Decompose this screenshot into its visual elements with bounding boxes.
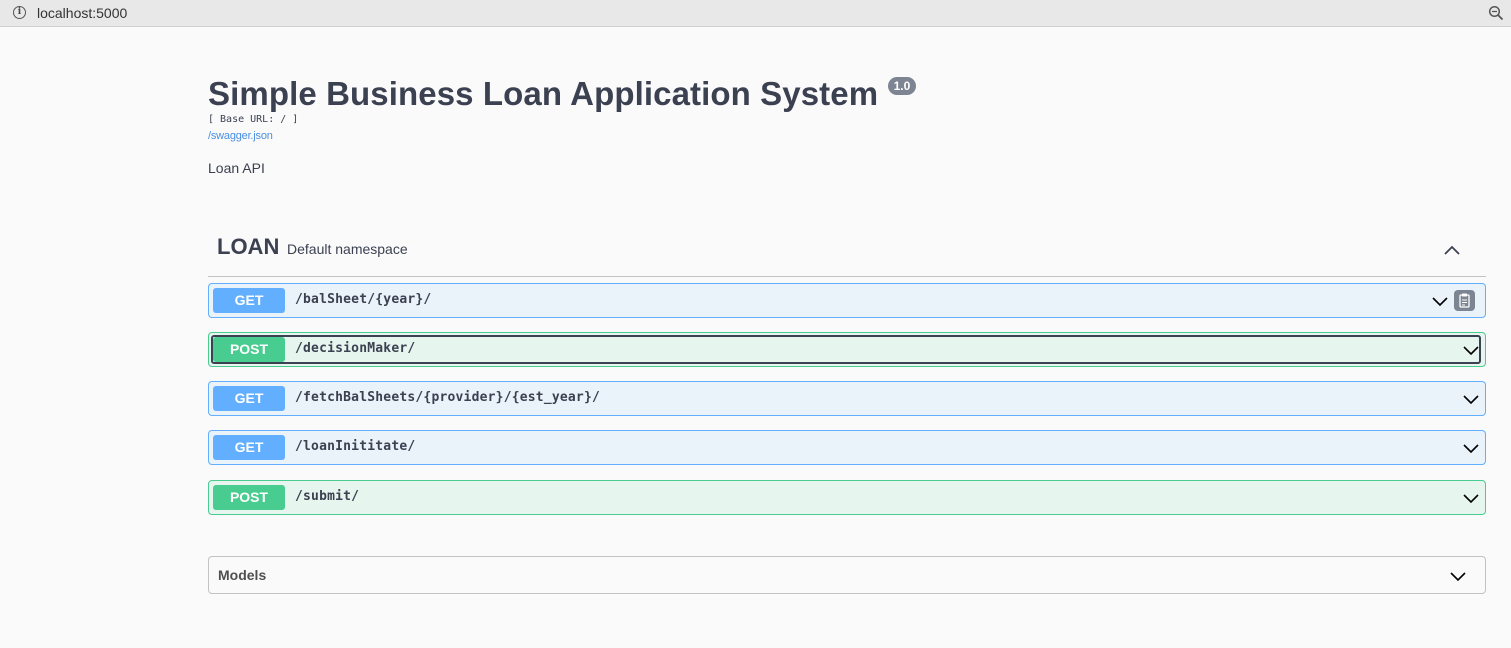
- copy-to-clipboard-button[interactable]: [1454, 290, 1475, 311]
- api-description: Loan API: [208, 160, 265, 176]
- operation-get-fetchbalsheets[interactable]: GET /fetchBalSheets/{provider}/{est_year…: [208, 381, 1486, 416]
- tag-section-loan[interactable]: LOAN Default namespace: [208, 228, 1486, 277]
- operation-path: /decisionMaker/: [295, 341, 416, 356]
- page-title: Simple Business Loan Application System: [208, 75, 879, 112]
- operation-path: /fetchBalSheets/{provider}/{est_year}/: [295, 390, 601, 405]
- method-badge: GET: [213, 435, 285, 460]
- chevron-down-icon[interactable]: [1431, 292, 1449, 310]
- operation-get-loaninititate[interactable]: GET /loanInititate/: [208, 430, 1486, 465]
- chevron-down-icon[interactable]: [1462, 489, 1480, 507]
- swagger-json-link[interactable]: /swagger.json: [208, 130, 273, 142]
- operation-post-decisionmaker[interactable]: POST /decisionMaker/: [208, 332, 1486, 367]
- tag-description: Default namespace: [287, 241, 408, 257]
- base-url: [ Base URL: / ]: [208, 114, 299, 125]
- title-row: Simple Business Loan Application System …: [208, 75, 917, 113]
- method-badge: POST: [213, 337, 285, 362]
- operation-path: /submit/: [295, 489, 360, 504]
- info-circle-icon[interactable]: i: [13, 6, 26, 19]
- browser-address-bar: i localhost:5000: [0, 0, 1511, 27]
- chevron-up-icon[interactable]: [1442, 240, 1462, 260]
- url-text[interactable]: localhost:5000: [37, 5, 127, 21]
- method-badge: GET: [213, 288, 285, 313]
- tag-name: LOAN: [217, 234, 280, 259]
- zoom-icon[interactable]: [1488, 5, 1504, 21]
- chevron-down-icon[interactable]: [1462, 390, 1480, 408]
- operation-path: /balSheet/{year}/: [295, 292, 432, 307]
- chevron-down-icon[interactable]: [1449, 567, 1467, 585]
- chevron-down-icon[interactable]: [1462, 439, 1480, 457]
- clipboard-icon: [1459, 293, 1470, 308]
- method-badge: GET: [213, 386, 285, 411]
- operation-post-submit[interactable]: POST /submit/: [208, 480, 1486, 515]
- models-title: Models: [218, 567, 267, 583]
- version-badge: 1.0: [887, 77, 917, 95]
- chevron-down-icon[interactable]: [1462, 341, 1480, 359]
- operation-path: /loanInititate/: [295, 439, 416, 454]
- models-section[interactable]: Models: [208, 556, 1486, 594]
- operation-get-balsheet[interactable]: GET /balSheet/{year}/: [208, 283, 1486, 318]
- method-badge: POST: [213, 485, 285, 510]
